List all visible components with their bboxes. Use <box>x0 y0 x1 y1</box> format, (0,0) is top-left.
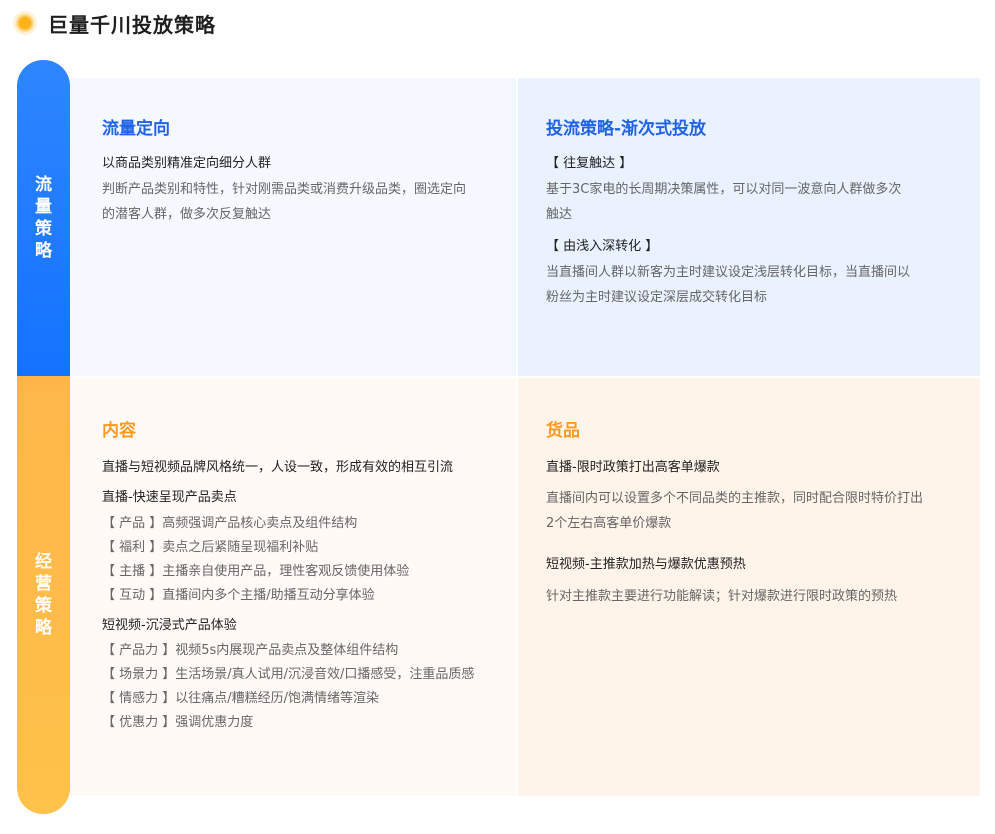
list-item: 【 优惠力 】强调优惠力度 <box>102 715 254 730</box>
block-text: 当直播间人群以新客为主时建议设定浅层转化目标，当直播间以 <box>546 265 911 280</box>
goods-block-text: 针对主推款主要进行功能解读；针对爆款进行限时政策的预热 <box>546 589 898 604</box>
traffic-targeting-title: 流量定向 <box>102 119 170 139</box>
list-item: 【 产品 】高频强调产品核心卖点及组件结构 <box>102 516 358 531</box>
traffic-targeting-desc-2: 的潜客人群，做多次反复触达 <box>102 207 272 222</box>
list-item: 【 产品力 】视频5s内展现产品卖点及整体组件结构 <box>102 643 399 658</box>
content-group-heading: 短视频-沉浸式产品体验 <box>102 618 237 633</box>
traffic-targeting-subtitle: 以商品类别精准定向细分人群 <box>102 156 272 171</box>
goods-block-heading: 短视频-主推款加热与爆款优惠预热 <box>546 557 746 572</box>
goods-block-text: 直播间内可以设置多个不同品类的主推款，同时配合限时特价打出 <box>546 491 924 506</box>
content-group-heading: 直播-快速呈现产品卖点 <box>102 490 237 505</box>
list-item: 【 互动 】直播间内多个主播/助播互动分享体验 <box>102 588 375 603</box>
block-label-repeat-reach: 【 往复触达 】 <box>546 156 633 171</box>
page-title: 巨量千川投放策略 <box>48 12 216 37</box>
traffic-targeting-panel: 流量定向 以商品类别精准定向细分人群 判断产品类别和特性，针对刚需品类或消费升级… <box>70 78 516 376</box>
block-text: 粉丝为主时建议设定深层成交转化目标 <box>546 290 768 305</box>
traffic-strategy-panel: 投流策略-渐次式投放 【 往复触达 】 基于3C家电的长周期决策属性，可以对同一… <box>518 78 980 376</box>
content-panel: 内容 直播与短视频品牌风格统一，人设一致，形成有效的相互引流 直播-快速呈现产品… <box>70 378 516 796</box>
block-text: 触达 <box>546 207 573 222</box>
header: 巨量千川投放策略 <box>16 10 216 37</box>
traffic-strategy-title: 投流策略-渐次式投放 <box>546 119 707 139</box>
list-item: 【 场景力 】生活场景/真人试用/沉浸音效/口播感受，注重品质感 <box>102 667 475 682</box>
goods-block-text: 2个左右高客单价爆款 <box>546 516 672 531</box>
sun-icon <box>16 14 34 32</box>
traffic-strategy-label: 流量策略 <box>35 175 52 261</box>
goods-panel: 货品 直播-限时政策打出高客单爆款 直播间内可以设置多个不同品类的主推款，同时配… <box>518 378 980 796</box>
operation-strategy-label: 经营策略 <box>35 552 52 638</box>
block-label-deep-conversion: 【 由浅入深转化 】 <box>546 239 659 254</box>
block-text: 基于3C家电的长周期决策属性，可以对同一波意向人群做多次 <box>546 182 902 197</box>
content-title: 内容 <box>102 421 136 441</box>
traffic-targeting-desc-1: 判断产品类别和特性，针对刚需品类或消费升级品类，圈选定向 <box>102 182 467 197</box>
list-item: 【 主播 】主播亲自使用产品，理性客观反馈使用体验 <box>102 564 410 579</box>
traffic-strategy-tab: 流量策略 <box>17 60 70 376</box>
operation-strategy-tab: 经营策略 <box>17 376 70 814</box>
content-intro: 直播与短视频品牌风格统一，人设一致，形成有效的相互引流 <box>102 460 454 475</box>
list-item: 【 情感力 】以往痛点/糟糕经历/饱满情绪等渲染 <box>102 691 380 706</box>
list-item: 【 福利 】卖点之后紧随呈现福利补贴 <box>102 540 319 555</box>
goods-block-heading: 直播-限时政策打出高客单爆款 <box>546 460 720 475</box>
goods-title: 货品 <box>546 421 580 441</box>
